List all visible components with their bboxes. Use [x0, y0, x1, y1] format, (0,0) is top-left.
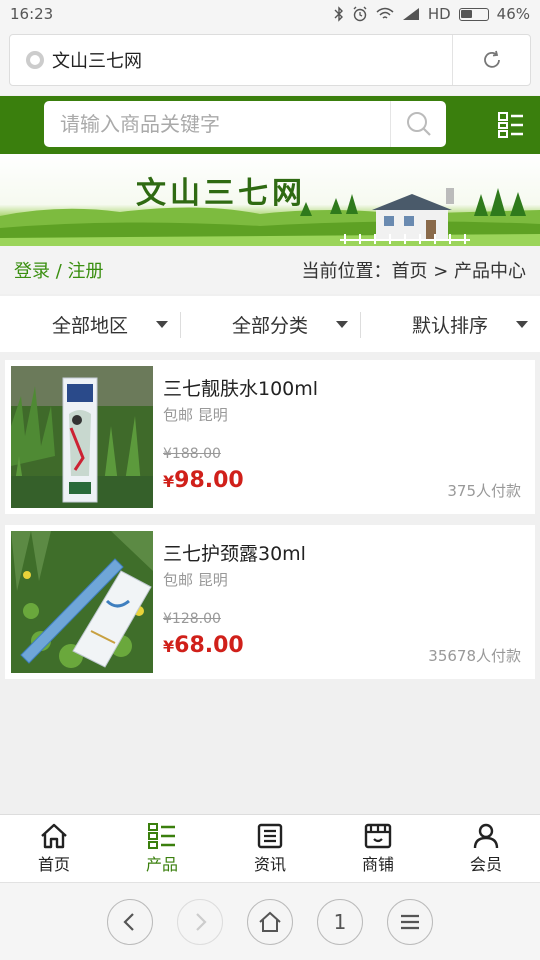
bottom-tab-bar: 首页 产品 资讯 商铺 会员 [0, 814, 540, 882]
tab-news[interactable]: 资讯 [216, 815, 324, 882]
product-name[interactable]: 三七护颈露30ml [163, 539, 306, 566]
browser-bottom-nav: 1 [0, 882, 540, 960]
banner: 文山三七网 [0, 154, 540, 246]
filter-category[interactable]: 全部分类 [180, 296, 360, 352]
signal-icon [402, 8, 419, 20]
product-photo-toner [11, 366, 153, 508]
tab-member-label: 会员 [469, 854, 502, 874]
currency-symbol: ¥ [163, 472, 175, 491]
product-card[interactable]: 三七靓肤水100ml 包邮 昆明 ¥188.00 ¥98.00 375人付款 [5, 360, 535, 514]
product-sales: 35678人付款 [428, 647, 521, 665]
product-price: ¥98.00 [163, 468, 244, 493]
browser-toolbar: 文山三七网 [0, 28, 540, 95]
search-button[interactable] [390, 101, 446, 147]
category-menu-icon[interactable] [498, 112, 524, 138]
tab-products[interactable]: 产品 [108, 815, 216, 882]
caret-down-icon [336, 321, 348, 328]
login-register-link[interactable]: 登录 / 注册 [14, 257, 104, 283]
alarm-icon [353, 6, 367, 22]
product-card[interactable]: 三七护颈露30ml 包邮 昆明 ¥128.00 ¥68.00 35678人付款 [5, 525, 535, 679]
store-icon [364, 823, 392, 848]
browser-home-icon [259, 911, 281, 932]
caret-down-icon [516, 321, 528, 328]
menu-button[interactable] [387, 898, 433, 945]
breadcrumb: 当前位置：首页 > 产品中心 [301, 261, 526, 282]
tab-news-label: 资讯 [253, 854, 286, 874]
filter-region[interactable]: 全部地区 [0, 296, 180, 352]
battery-icon [458, 7, 489, 21]
product-photo-neck-cream [11, 531, 153, 673]
search-icon [406, 112, 431, 136]
product-image[interactable] [11, 531, 153, 673]
tab-stores[interactable]: 商铺 [324, 815, 432, 882]
product-shipping: 包邮 昆明 [163, 571, 228, 589]
product-shipping: 包邮 昆明 [163, 406, 228, 424]
news-icon [257, 823, 283, 848]
chevron-right-icon [196, 912, 207, 931]
product-list-icon [148, 822, 175, 849]
product-image[interactable] [11, 366, 153, 508]
chevron-left-icon [123, 912, 134, 931]
product-name[interactable]: 三七靓肤水100ml [163, 374, 318, 401]
filter-bar: 全部地区 全部分类 默认排序 [0, 296, 540, 352]
search-box [44, 101, 446, 147]
caret-down-icon [156, 321, 168, 328]
home-button[interactable] [247, 898, 293, 945]
status-time: 16:23 [10, 5, 54, 23]
product-price: ¥68.00 [163, 633, 244, 658]
network-type: HD [427, 5, 451, 23]
price-value: 68.00 [174, 633, 244, 658]
home-icon [41, 823, 67, 848]
back-button[interactable] [107, 898, 153, 945]
forward-button[interactable] [177, 898, 223, 945]
hamburger-icon [401, 914, 419, 929]
tab-count: 1 [333, 909, 347, 934]
filter-sort[interactable]: 默认排序 [360, 296, 540, 352]
tab-home[interactable]: 首页 [0, 815, 108, 882]
tab-home-label: 首页 [37, 854, 70, 874]
status-bar: 16:23 HD 46% [0, 0, 540, 28]
login-row: 登录 / 注册 当前位置：首页 > 产品中心 [0, 246, 540, 294]
tab-stores-label: 商铺 [361, 854, 394, 874]
filter-sort-label: 默认排序 [411, 314, 488, 337]
reload-button[interactable] [452, 35, 530, 85]
status-icons: HD 46% [334, 5, 530, 23]
product-old-price: ¥128.00 [163, 611, 221, 627]
tab-products-label: 产品 [145, 854, 178, 874]
search-input[interactable] [44, 101, 390, 147]
product-old-price: ¥188.00 [163, 446, 221, 462]
filter-region-label: 全部地区 [51, 314, 128, 337]
tabs-button[interactable]: 1 [317, 898, 363, 945]
currency-symbol: ¥ [163, 637, 175, 656]
tab-member[interactable]: 会员 [432, 815, 540, 882]
site-header [0, 96, 540, 154]
price-value: 98.00 [174, 468, 244, 493]
site-info-icon[interactable] [26, 51, 44, 69]
filter-category-label: 全部分类 [231, 314, 308, 337]
wifi-icon [376, 7, 394, 19]
product-sales: 375人付款 [447, 482, 521, 500]
banner-title: 文山三七网 [136, 176, 306, 211]
user-icon [473, 823, 499, 848]
battery-level: 46% [496, 5, 530, 23]
address-bar[interactable]: 文山三七网 [9, 34, 531, 86]
address-text[interactable]: 文山三七网 [52, 47, 452, 73]
bluetooth-icon [334, 6, 343, 22]
reload-icon [483, 50, 500, 68]
